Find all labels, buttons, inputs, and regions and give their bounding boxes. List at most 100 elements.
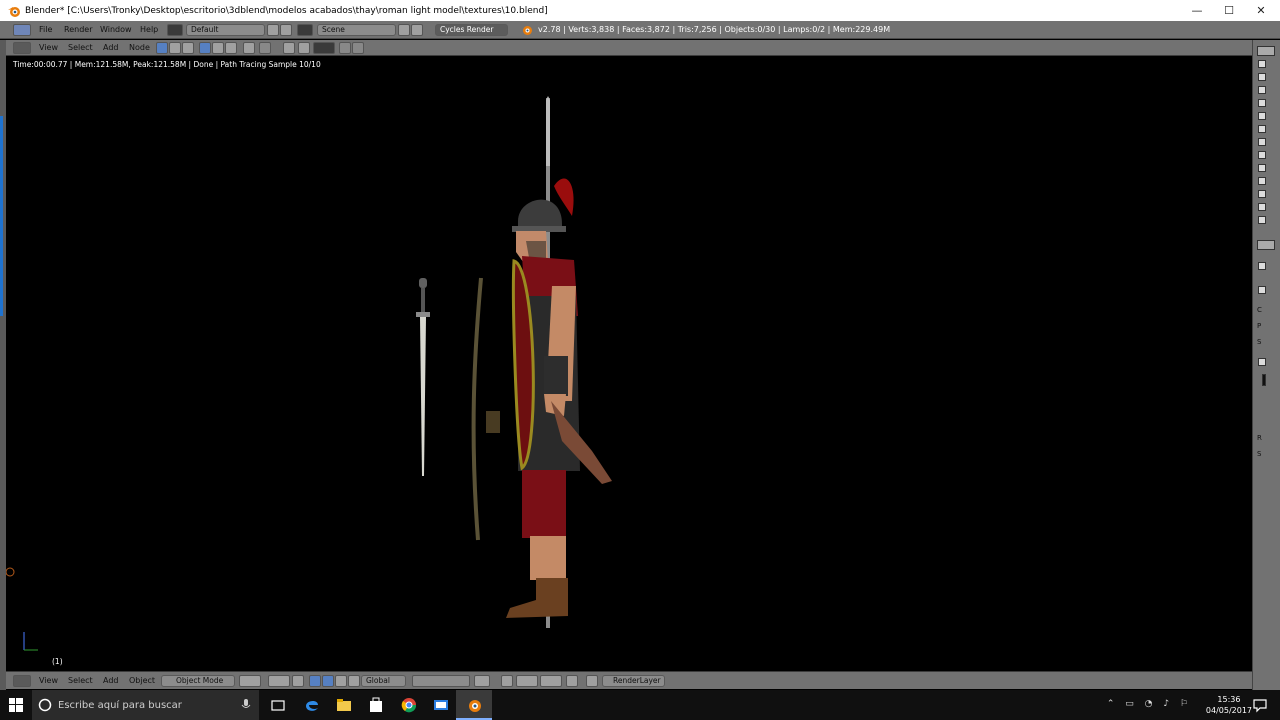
panel-label-c[interactable]: C [1257, 306, 1262, 314]
compositing-nodes-icon[interactable] [169, 42, 181, 54]
maximize-button[interactable]: ☐ [1212, 0, 1246, 21]
scene-icon[interactable] [297, 24, 313, 36]
property-icon-1[interactable] [1258, 60, 1266, 68]
menu-window[interactable]: Window [100, 25, 132, 34]
app-window-icon[interactable] [433, 697, 449, 713]
window-titlebar: Blender* [C:\Users\Tronky\Desktop\escrit… [0, 0, 1280, 21]
taskbar-search-box[interactable]: Escribe aquí para buscar [32, 690, 259, 720]
property-icon-12[interactable] [1258, 203, 1266, 211]
scale-manipulator-icon[interactable] [335, 675, 347, 687]
proportional-edit-icon[interactable] [501, 675, 513, 687]
system-tray-icons[interactable]: ⌃ ▭ ◔ ♪ ⚐ [1107, 699, 1192, 709]
line-style-icon[interactable] [225, 42, 237, 54]
close-button[interactable]: ✕ [1244, 0, 1278, 21]
file-explorer-icon[interactable] [336, 697, 352, 713]
scene-add-icon[interactable] [398, 24, 410, 36]
property-icon-13[interactable] [1258, 216, 1266, 224]
view-menu-select[interactable]: Select [68, 676, 93, 685]
property-icon-6[interactable] [1258, 125, 1266, 133]
viewport-shading-icon[interactable] [239, 675, 261, 687]
render-viewport[interactable]: Time:00:00.77 | Mem:121.58M, Peak:121.58… [6, 56, 1252, 670]
use-nodes-icon[interactable] [243, 42, 255, 54]
render-layer-icon[interactable] [586, 675, 598, 687]
property-icon-5[interactable] [1258, 112, 1266, 120]
panel-label-s[interactable]: S [1257, 338, 1261, 346]
panel-label-p[interactable]: P [1257, 322, 1261, 330]
manipulator-extra-icon[interactable] [348, 675, 360, 687]
menu-render[interactable]: Render [64, 25, 92, 34]
property-icon-10[interactable] [1258, 177, 1266, 185]
property-icon-9[interactable] [1258, 164, 1266, 172]
panel-label-s2[interactable]: S [1257, 450, 1261, 458]
view-menu-view[interactable]: View [39, 676, 58, 685]
layout-select[interactable]: Default [186, 24, 265, 36]
panel-toggle-icon[interactable] [1257, 46, 1275, 56]
node-add-icon[interactable] [1258, 286, 1266, 294]
property-icon-2[interactable] [1258, 73, 1266, 81]
rendered-soldier-image [6, 96, 612, 651]
layers-grid-icon[interactable] [412, 675, 470, 687]
view-menu-add[interactable]: Add [103, 676, 119, 685]
node-menu-node[interactable]: Node [129, 43, 150, 52]
minimize-button[interactable]: — [1180, 0, 1214, 21]
shader-nodes-icon[interactable] [156, 42, 168, 54]
property-icon-3[interactable] [1258, 86, 1266, 94]
scene-select[interactable]: Scene [317, 24, 396, 36]
view-menu-object[interactable]: Object [129, 676, 155, 685]
translate-manipulator-icon[interactable] [309, 675, 321, 687]
blender-taskbar-button[interactable] [456, 690, 492, 720]
menu-file[interactable]: File [39, 25, 52, 34]
menu-help[interactable]: Help [140, 25, 158, 34]
slider-handle-icon[interactable] [1262, 374, 1266, 386]
rotate-manipulator-icon[interactable] [322, 675, 334, 687]
property-icon-7[interactable] [1258, 138, 1266, 146]
snap-mode-icon[interactable] [298, 42, 310, 54]
layer-lock-icon[interactable] [474, 675, 490, 687]
scene-remove-icon[interactable] [411, 24, 423, 36]
world-shader-icon[interactable] [212, 42, 224, 54]
action-center-icon[interactable] [1252, 697, 1268, 713]
paste-icon[interactable] [352, 42, 364, 54]
render-engine-select[interactable]: Cycles Render [435, 24, 508, 36]
panel-toggle-icon-2[interactable] [1257, 240, 1275, 250]
editor-type-info-icon[interactable] [13, 24, 31, 36]
manipulator-icon[interactable] [292, 675, 304, 687]
snap-icon[interactable] [283, 42, 295, 54]
render-layer-select[interactable]: RenderLayer [602, 675, 665, 687]
editor-type-node-icon[interactable] [13, 42, 31, 54]
taskbar-clock[interactable]: 15:36 04/05/2017 [1206, 694, 1252, 716]
windows-logo-icon [9, 698, 23, 712]
render-preview-icon[interactable] [540, 675, 562, 687]
store-icon[interactable] [368, 697, 384, 713]
object-mode-select[interactable]: Object Mode [161, 675, 235, 687]
microphone-icon[interactable] [241, 698, 251, 712]
property-icon-11[interactable] [1258, 190, 1266, 198]
pivot-point-icon[interactable] [268, 675, 290, 687]
edge-browser-icon[interactable] [304, 697, 320, 713]
transform-orientation-select[interactable]: Global [361, 675, 406, 687]
layout-remove-icon[interactable] [280, 24, 292, 36]
texture-nodes-icon[interactable] [182, 42, 194, 54]
node-properties-icon[interactable] [1258, 262, 1266, 270]
task-view-icon[interactable] [270, 697, 286, 713]
cortana-icon [38, 698, 52, 712]
node-menu-add[interactable]: Add [103, 43, 119, 52]
node-editor-header: View Select Add Node [6, 40, 1252, 56]
layout-add-icon[interactable] [267, 24, 279, 36]
start-button[interactable] [0, 690, 32, 720]
copy-icon[interactable] [339, 42, 351, 54]
editor-type-3d-icon[interactable] [13, 675, 31, 687]
panel-label-r[interactable]: R [1257, 434, 1262, 442]
backdrop-icon[interactable] [259, 42, 271, 54]
node-menu-view[interactable]: View [39, 43, 58, 52]
property-icon-8[interactable] [1258, 151, 1266, 159]
property-icon-4[interactable] [1258, 99, 1266, 107]
object-shader-icon[interactable] [199, 42, 211, 54]
layout-grid-icon[interactable] [167, 24, 183, 36]
snap-element-icon[interactable] [516, 675, 538, 687]
node-tree-icon[interactable] [313, 42, 335, 54]
chrome-icon[interactable] [401, 697, 417, 713]
node-menu-select[interactable]: Select [68, 43, 93, 52]
settings-icon[interactable] [1258, 358, 1266, 366]
camera-icon[interactable] [566, 675, 578, 687]
